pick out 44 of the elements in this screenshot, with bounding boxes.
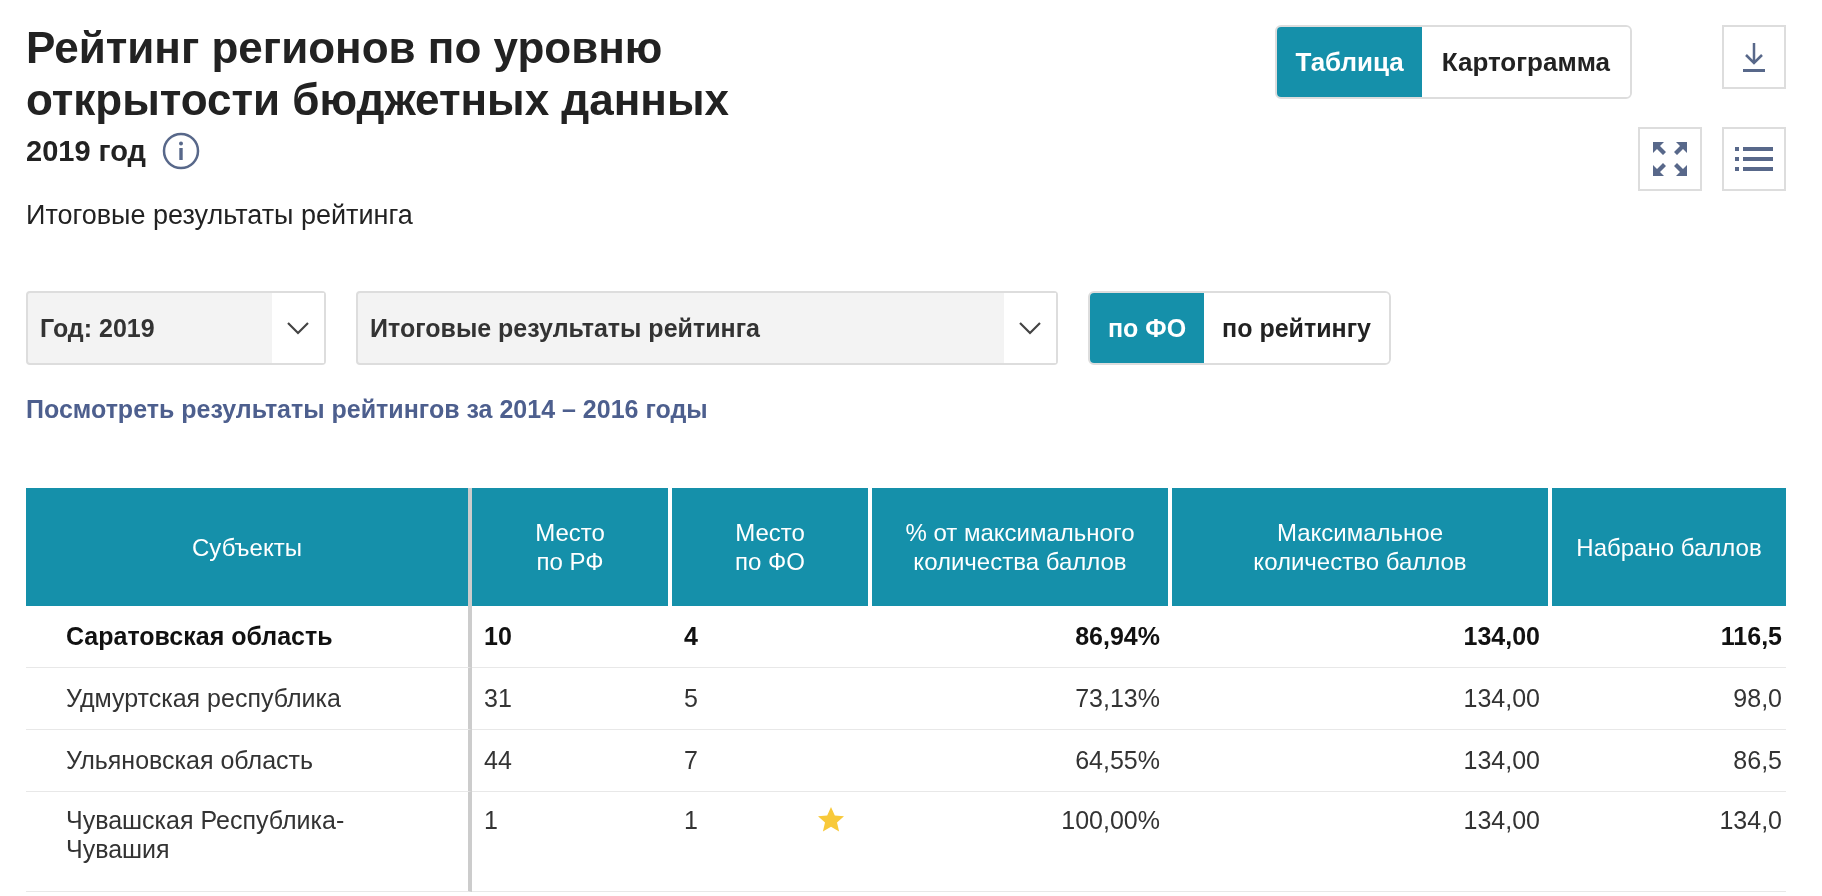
table-cell: Саратовская область bbox=[66, 622, 333, 650]
table-cell: 134,00 bbox=[1463, 684, 1540, 712]
table-cell: 31 bbox=[484, 684, 512, 712]
sort-tab[interactable]: по ФО bbox=[1090, 293, 1205, 363]
info-button[interactable] bbox=[162, 132, 200, 170]
fullscreen-icon bbox=[1651, 140, 1689, 178]
download-icon bbox=[1741, 41, 1767, 73]
info-icon bbox=[162, 132, 200, 170]
chevron-down-icon bbox=[286, 321, 310, 335]
download-button[interactable] bbox=[1722, 25, 1786, 89]
table-cell: 98,0 bbox=[1733, 684, 1782, 712]
table-cell: Удмуртская республика bbox=[66, 684, 341, 712]
table-cell: 73,13% bbox=[1075, 684, 1160, 712]
column-header[interactable]: Набрано баллов bbox=[1552, 488, 1786, 606]
column-header[interactable]: Субъекты bbox=[26, 488, 472, 606]
list-icon bbox=[1735, 146, 1773, 172]
dropdown[interactable]: Год: 2019 bbox=[26, 291, 326, 365]
fullscreen-button[interactable] bbox=[1638, 127, 1702, 191]
table-cell: 86,5 bbox=[1733, 746, 1782, 774]
table-cell: Чувашская Республика-Чувашия bbox=[66, 806, 345, 863]
table-cell: 100,00% bbox=[1061, 806, 1160, 834]
table-cell: 86,94% bbox=[1075, 622, 1160, 650]
table-cell: 7 bbox=[684, 746, 698, 774]
table-cell: 5 bbox=[684, 684, 698, 712]
table-cell: 64,55% bbox=[1075, 746, 1160, 774]
table-cell: 10 bbox=[484, 622, 512, 650]
dropdown[interactable]: Итоговые результаты рейтинга bbox=[356, 291, 1058, 365]
table-cell: 134,00 bbox=[1463, 622, 1540, 650]
menu-button[interactable] bbox=[1722, 127, 1786, 191]
table-cell: 1 bbox=[484, 806, 498, 834]
table-cell: 134,00 bbox=[1463, 806, 1540, 834]
chevron-down-icon bbox=[1018, 321, 1042, 335]
archive-link[interactable]: Посмотреть результаты рейтингов за 2014 – 2016 годы bbox=[26, 395, 708, 424]
table-cell: 1 bbox=[684, 806, 698, 834]
page-title: Рейтинг регионов по уровню открытости бюджетных данных bbox=[26, 22, 730, 126]
year-label: 2019 год bbox=[26, 134, 146, 168]
subtitle: Итоговые результаты рейтинга bbox=[26, 200, 414, 231]
table-cell: 44 bbox=[484, 746, 512, 774]
table-cell: 134,00 bbox=[1463, 746, 1540, 774]
table-cell: 116,5 bbox=[1720, 622, 1782, 650]
table-cell: Ульяновская область bbox=[66, 746, 313, 774]
table-cell: 134,0 bbox=[1719, 806, 1782, 834]
table-cell: 4 bbox=[684, 622, 698, 650]
view-tab[interactable]: Таблица bbox=[1277, 27, 1422, 97]
